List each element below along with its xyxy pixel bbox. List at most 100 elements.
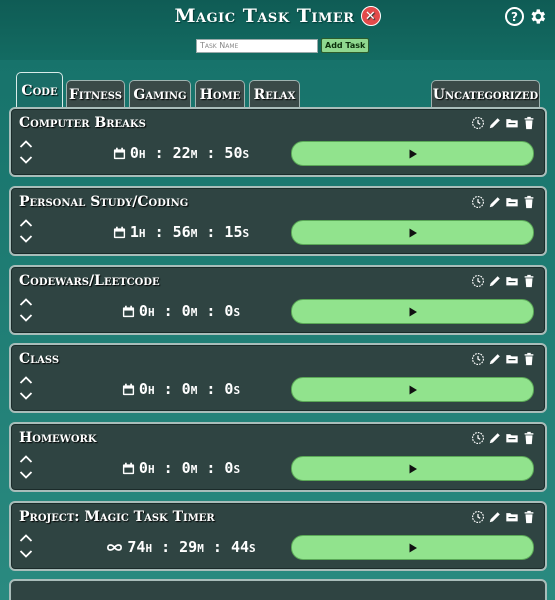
move-up-icon[interactable] xyxy=(19,454,33,464)
task-title: Computer Breaks xyxy=(19,115,146,131)
hours-value: 0 xyxy=(129,144,139,162)
start-timer-button[interactable] xyxy=(291,456,534,481)
task-card: Computer Breaks 0h : 22m : 50s xyxy=(9,107,547,177)
task-title: Codewars/Leetcode xyxy=(19,273,160,289)
task-title: Project: Magic Task Timer xyxy=(19,509,215,525)
task-card: Homework 0h : 0m : 0s xyxy=(9,422,547,492)
tab-home[interactable]: Home xyxy=(195,80,245,108)
task-card: Project: Magic Task Timer 74h : 29m : 44s xyxy=(9,501,547,571)
tab-fitness[interactable]: Fitness xyxy=(66,80,125,108)
folder-icon[interactable] xyxy=(505,116,519,130)
app-title: Magic Task Timer xyxy=(174,5,355,27)
infinity-icon xyxy=(107,544,123,551)
move-up-icon[interactable] xyxy=(19,218,33,228)
play-icon xyxy=(409,228,417,237)
elapsed-time: 0h : 22m : 50s xyxy=(81,144,281,162)
history-icon[interactable] xyxy=(471,352,485,366)
minutes-value: 0 xyxy=(181,380,191,398)
move-up-icon[interactable] xyxy=(19,375,33,385)
minutes-value: 56 xyxy=(172,223,191,241)
tab-relax[interactable]: Relax xyxy=(249,80,300,108)
move-down-icon[interactable] xyxy=(19,155,33,165)
trash-icon[interactable] xyxy=(522,431,536,445)
start-timer-button[interactable] xyxy=(291,377,534,402)
tab-gaming[interactable]: Gaming xyxy=(129,80,191,108)
task-card: Personal Study/Coding 1h : 56m : 15s xyxy=(9,186,547,256)
task-card: Class 0h : 0m : 0s xyxy=(9,343,547,413)
trash-icon[interactable] xyxy=(522,195,536,209)
minutes-value: 0 xyxy=(181,302,191,320)
play-icon xyxy=(409,307,417,316)
app-title-row: Magic Task Timer ✕ xyxy=(0,5,555,27)
history-icon[interactable] xyxy=(471,195,485,209)
task-card-partial xyxy=(9,579,547,600)
seconds-value: 44 xyxy=(230,538,249,556)
folder-icon[interactable] xyxy=(505,195,519,209)
edit-pencil-icon[interactable] xyxy=(488,274,502,288)
tab-uncategorized[interactable]: Uncategorized xyxy=(431,80,540,108)
seconds-value: 15 xyxy=(224,223,243,241)
start-timer-button[interactable] xyxy=(291,141,534,166)
seconds-value: 50 xyxy=(224,144,243,162)
elapsed-time: 0h : 0m : 0s xyxy=(81,302,281,320)
move-down-icon[interactable] xyxy=(19,391,33,401)
start-timer-button[interactable] xyxy=(291,220,534,245)
start-timer-button[interactable] xyxy=(291,535,534,560)
hours-value: 0 xyxy=(138,302,148,320)
minutes-value: 29 xyxy=(179,538,198,556)
move-up-icon[interactable] xyxy=(19,297,33,307)
folder-icon[interactable] xyxy=(505,274,519,288)
task-card: Codewars/Leetcode 0h : 0m : 0s xyxy=(9,265,547,335)
header-bar: Magic Task Timer ✕ ? Add Task xyxy=(0,0,555,60)
folder-icon[interactable] xyxy=(505,352,519,366)
trash-icon[interactable] xyxy=(522,116,536,130)
edit-pencil-icon[interactable] xyxy=(488,195,502,209)
gear-icon[interactable] xyxy=(528,7,547,26)
edit-pencil-icon[interactable] xyxy=(488,510,502,524)
hours-value: 0 xyxy=(138,380,148,398)
hours-value: 74 xyxy=(127,538,146,556)
folder-icon[interactable] xyxy=(505,510,519,524)
category-tabs: Code Fitness Gaming Home Relax Uncategor… xyxy=(16,72,540,108)
history-icon[interactable] xyxy=(471,510,485,524)
edit-pencil-icon[interactable] xyxy=(488,431,502,445)
move-down-icon[interactable] xyxy=(19,234,33,244)
play-icon xyxy=(409,543,417,552)
play-icon xyxy=(409,464,417,473)
trash-icon[interactable] xyxy=(522,352,536,366)
calendar-icon xyxy=(113,147,125,160)
add-task-button[interactable]: Add Task xyxy=(321,38,370,53)
hours-value: 1 xyxy=(129,223,139,241)
calendar-icon xyxy=(122,383,134,396)
start-timer-button[interactable] xyxy=(291,299,534,324)
elapsed-time: 74h : 29m : 44s xyxy=(81,538,281,556)
task-title: Personal Study/Coding xyxy=(19,194,189,210)
move-down-icon[interactable] xyxy=(19,470,33,480)
move-down-icon[interactable] xyxy=(19,313,33,323)
seconds-value: 0 xyxy=(224,459,234,477)
tab-code[interactable]: Code xyxy=(16,72,63,108)
trash-icon[interactable] xyxy=(522,274,536,288)
close-circle-icon[interactable]: ✕ xyxy=(360,6,381,26)
history-icon[interactable] xyxy=(471,116,485,130)
folder-icon[interactable] xyxy=(505,431,519,445)
elapsed-time: 0h : 0m : 0s xyxy=(81,380,281,398)
task-name-input[interactable] xyxy=(196,38,318,53)
history-icon[interactable] xyxy=(471,274,485,288)
edit-pencil-icon[interactable] xyxy=(488,352,502,366)
seconds-value: 0 xyxy=(224,302,234,320)
move-up-icon[interactable] xyxy=(19,533,33,543)
play-icon xyxy=(409,149,417,158)
task-title: Class xyxy=(19,351,60,367)
move-down-icon[interactable] xyxy=(19,549,33,559)
minutes-value: 0 xyxy=(181,459,191,477)
hours-value: 0 xyxy=(138,459,148,477)
help-icon[interactable]: ? xyxy=(505,7,524,26)
play-icon xyxy=(409,385,417,394)
task-title: Homework xyxy=(19,430,97,446)
history-icon[interactable] xyxy=(471,431,485,445)
trash-icon[interactable] xyxy=(522,510,536,524)
edit-pencil-icon[interactable] xyxy=(488,116,502,130)
calendar-icon xyxy=(122,462,134,475)
move-up-icon[interactable] xyxy=(19,139,33,149)
